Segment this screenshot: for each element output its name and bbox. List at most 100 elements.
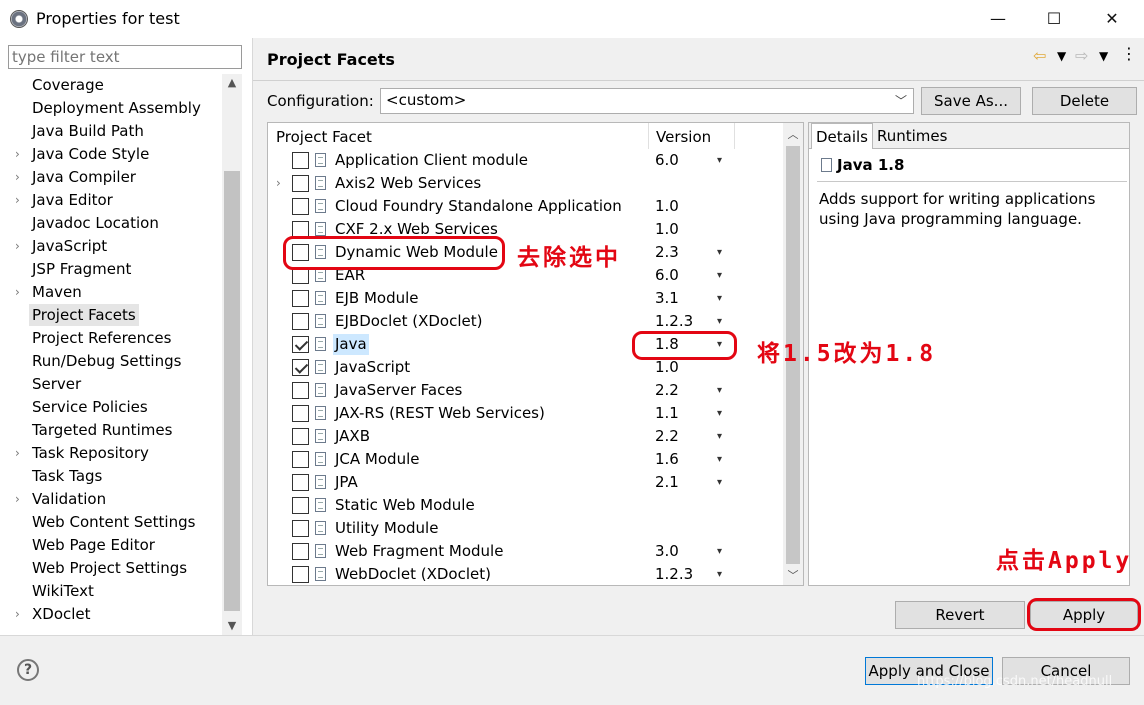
revert-button[interactable]: Revert (895, 601, 1025, 629)
tree-item[interactable]: JavaScript (32, 235, 107, 257)
tree-item[interactable]: Web Content Settings (32, 511, 195, 533)
facet-row[interactable]: Cloud Foundry Standalone Application 1.0 (268, 195, 783, 218)
version-dropdown-icon[interactable]: ▾ (717, 265, 722, 286)
view-menu-icon[interactable]: ⋮ (1121, 44, 1137, 63)
version-dropdown-icon[interactable]: ▾ (717, 242, 722, 263)
column-project-facet[interactable]: Project Facet (276, 125, 372, 149)
tree-item[interactable]: Validation (32, 488, 106, 510)
facet-checkbox[interactable] (292, 474, 309, 491)
facet-checkbox[interactable] (292, 336, 309, 353)
version-dropdown-icon[interactable]: ▾ (717, 150, 722, 171)
expand-arrow-icon[interactable]: › (15, 281, 25, 303)
version-dropdown-icon[interactable]: ▾ (717, 288, 722, 309)
tree-item[interactable]: Web Page Editor (32, 534, 155, 556)
facet-version[interactable]: 1.2.3 (655, 311, 693, 332)
maximize-button[interactable]: ☐ (1034, 4, 1074, 34)
tree-item[interactable]: Service Policies (32, 396, 148, 418)
tree-item[interactable]: Web Project Settings (32, 557, 187, 579)
facet-row[interactable]: JAXB 2.2 ▾ (268, 425, 783, 448)
tab-details[interactable]: Details (811, 123, 874, 149)
facet-version[interactable]: 1.6 (655, 449, 679, 470)
tree-item[interactable]: Project Facets (29, 304, 139, 326)
facet-row[interactable]: › Axis2 Web Services (268, 172, 783, 195)
tree-item[interactable]: Project References (32, 327, 171, 349)
version-dropdown-icon[interactable]: ▾ (717, 564, 722, 585)
facet-version[interactable]: 1.2.3 (655, 564, 693, 585)
facet-checkbox[interactable] (292, 198, 309, 215)
facet-row[interactable]: JavaServer Faces 2.2 ▾ (268, 379, 783, 402)
filter-input[interactable] (8, 45, 242, 69)
tree-item[interactable]: Javadoc Location (32, 212, 159, 234)
facet-checkbox[interactable] (292, 451, 309, 468)
tree-item[interactable]: Targeted Runtimes (32, 419, 172, 441)
facet-checkbox[interactable] (292, 520, 309, 537)
scroll-up-icon[interactable]: ︿ (783, 126, 803, 142)
expand-arrow-icon[interactable]: › (15, 143, 25, 165)
facet-checkbox[interactable] (292, 497, 309, 514)
facet-version[interactable]: 1.0 (655, 196, 679, 217)
column-version[interactable]: Version (656, 125, 711, 149)
help-icon[interactable]: ? (17, 659, 39, 681)
facet-row[interactable]: JAX-RS (REST Web Services) 1.1 ▾ (268, 402, 783, 425)
facet-checkbox[interactable] (292, 566, 309, 583)
tree-item[interactable]: Task Tags (32, 465, 102, 487)
tree-item[interactable]: Java Code Style (32, 143, 149, 165)
forward-arrow-icon[interactable]: ⇨ (1075, 46, 1088, 65)
facet-row[interactable]: EJB Module 3.1 ▾ (268, 287, 783, 310)
facet-row[interactable]: JPA 2.1 ▾ (268, 471, 783, 494)
expand-arrow-icon[interactable]: › (15, 189, 25, 211)
tab-runtimes[interactable]: Runtimes (873, 123, 951, 149)
configuration-select[interactable]: <custom> ﹀ (380, 88, 914, 114)
tree-item[interactable]: Maven (32, 281, 82, 303)
facet-checkbox[interactable] (292, 359, 309, 376)
facet-version[interactable]: 1.1 (655, 403, 679, 424)
facet-version[interactable]: 3.1 (655, 288, 679, 309)
expand-arrow-icon[interactable]: › (15, 488, 25, 510)
version-dropdown-icon[interactable]: ▾ (717, 449, 722, 470)
facet-checkbox[interactable] (292, 175, 309, 192)
minimize-button[interactable]: — (978, 4, 1018, 34)
tree-item[interactable]: Run/Debug Settings (32, 350, 181, 372)
expand-arrow-icon[interactable]: › (276, 173, 281, 194)
tree-scrollbar[interactable]: ▲ ▼ (222, 74, 242, 635)
scroll-down-icon[interactable]: ﹀ (783, 567, 803, 583)
back-arrow-icon[interactable]: ⇦ (1033, 46, 1046, 65)
expand-arrow-icon[interactable]: › (15, 603, 25, 625)
facet-version[interactable]: 1.0 (655, 357, 679, 378)
version-dropdown-icon[interactable]: ▾ (717, 541, 722, 562)
version-dropdown-icon[interactable]: ▾ (717, 426, 722, 447)
facet-version[interactable]: 1.0 (655, 219, 679, 240)
facet-checkbox[interactable] (292, 313, 309, 330)
facet-row[interactable]: JCA Module 1.6 ▾ (268, 448, 783, 471)
tree-item[interactable]: JSP Fragment (32, 258, 131, 280)
facet-row[interactable]: EJBDoclet (XDoclet) 1.2.3 ▾ (268, 310, 783, 333)
facet-version[interactable]: 3.0 (655, 541, 679, 562)
version-dropdown-icon[interactable]: ▾ (717, 472, 722, 493)
facet-row[interactable]: WebDoclet (XDoclet) 1.2.3 ▾ (268, 563, 783, 585)
facet-row[interactable]: Application Client module 6.0 ▾ (268, 149, 783, 172)
facet-checkbox[interactable] (292, 543, 309, 560)
tree-item[interactable]: XDoclet (32, 603, 91, 625)
forward-menu-icon[interactable]: ▼ (1099, 49, 1108, 63)
expand-arrow-icon[interactable]: › (15, 442, 25, 464)
version-dropdown-icon[interactable]: ▾ (717, 403, 722, 424)
facet-checkbox[interactable] (292, 405, 309, 422)
expand-arrow-icon[interactable]: › (15, 235, 25, 257)
facet-version[interactable]: 2.1 (655, 472, 679, 493)
scroll-down-icon[interactable]: ▼ (222, 619, 242, 632)
facet-row[interactable]: Utility Module (268, 517, 783, 540)
close-button[interactable]: ✕ (1092, 4, 1132, 34)
tree-item[interactable]: Server (32, 373, 81, 395)
facet-version[interactable]: 2.2 (655, 380, 679, 401)
delete-button[interactable]: Delete (1032, 87, 1137, 115)
tree-item[interactable]: Task Repository (32, 442, 149, 464)
tree-item[interactable]: WikiText (32, 580, 94, 602)
tree-item[interactable]: Coverage (32, 74, 104, 96)
facet-row[interactable]: Static Web Module (268, 494, 783, 517)
tree-item[interactable]: Java Editor (32, 189, 113, 211)
scroll-up-icon[interactable]: ▲ (222, 76, 242, 89)
facet-version[interactable]: 2.2 (655, 426, 679, 447)
scroll-thumb[interactable] (224, 171, 240, 611)
expand-arrow-icon[interactable]: › (15, 166, 25, 188)
tree-item[interactable]: Java Build Path (32, 120, 144, 142)
